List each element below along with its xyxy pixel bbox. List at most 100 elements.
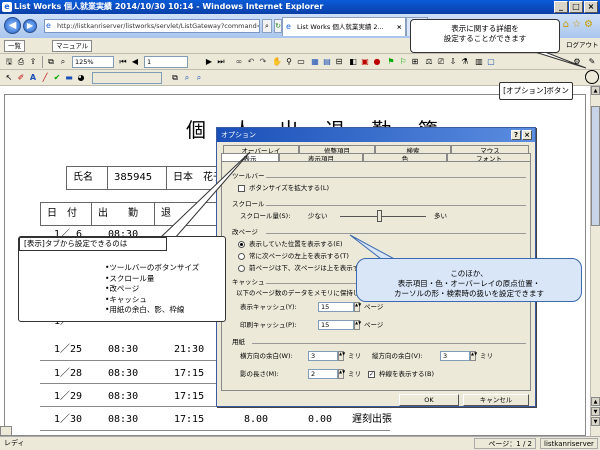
select-icon[interactable]: ▭ <box>296 57 306 67</box>
filter-icon[interactable]: ⚗ <box>460 57 470 67</box>
page-number-input[interactable]: 1 <box>144 56 188 68</box>
zoom-icon[interactable]: ⚲ <box>284 57 294 67</box>
note-icon[interactable]: ⧉ <box>170 73 180 83</box>
save-icon[interactable]: 🖫 <box>4 57 14 67</box>
radio-top-left[interactable] <box>238 253 245 260</box>
print-cache-spin[interactable]: ▲▼ <box>354 320 361 330</box>
link-icon[interactable]: ∞ <box>234 57 244 67</box>
tab-favicon-icon: e <box>286 22 291 31</box>
scroll-slider-track[interactable] <box>340 216 426 217</box>
line-icon[interactable]: ╱ <box>40 73 50 83</box>
undo-icon[interactable]: ↶ <box>246 57 256 67</box>
print-cache-input[interactable]: 15 <box>318 320 354 330</box>
tab-close-icon[interactable]: × <box>397 18 402 36</box>
refresh-icon[interactable]: ↻ <box>274 19 282 33</box>
color-icon[interactable]: ◕ <box>76 73 86 83</box>
maximize-button[interactable]: □ <box>569 1 583 13</box>
radio-prev-bottom[interactable] <box>238 265 245 272</box>
display-cache-spin[interactable]: ▲▼ <box>354 302 361 312</box>
print-icon[interactable]: ⎙ <box>16 57 26 67</box>
grid-icon[interactable]: ▤ <box>322 57 332 67</box>
print-preview-icon[interactable]: ⎚ <box>436 57 446 67</box>
back-icon[interactable]: ◀ <box>4 17 21 34</box>
url-input[interactable]: e http://listkanriserver/listworks/servl… <box>44 19 260 33</box>
redo-icon[interactable]: ↷ <box>258 57 268 67</box>
favorites-icons[interactable]: ⌂☆⚙ <box>563 19 596 30</box>
lookup-icon[interactable]: ⌕ <box>194 73 204 83</box>
bookmark-icon[interactable]: ⚐ <box>398 57 408 67</box>
list-item: •キャッシュ <box>105 294 147 304</box>
export-icon[interactable]: ⇪ <box>28 57 38 67</box>
window-icon[interactable]: ▢ <box>486 57 496 67</box>
option-button-highlight <box>585 70 599 84</box>
scroll-page-up-icon[interactable]: ▲ <box>591 397 600 406</box>
settings-icon[interactable]: ⚙ <box>572 57 582 67</box>
layout-icon[interactable]: ▦ <box>310 57 320 67</box>
logout-link[interactable]: ログアウト <box>566 40 599 52</box>
scroll-up-icon[interactable]: ▲ <box>591 86 600 95</box>
scroll-thumb[interactable] <box>591 106 600 226</box>
hand-icon[interactable]: ✋ <box>272 57 282 67</box>
status-bar: レディ ページ：1 / 2 listkanriserver <box>0 436 600 450</box>
first-page-icon[interactable]: ⏮ <box>118 57 128 67</box>
frame-checkbox[interactable]: ✓ <box>368 371 375 378</box>
table-icon[interactable]: ▥ <box>474 57 484 67</box>
zoom-select[interactable]: 125% <box>72 56 114 68</box>
vertical-scrollbar[interactable]: ▲ ▲ ▼ ▼ <box>590 86 600 436</box>
status-text: レディ <box>4 439 25 447</box>
employee-number: 385945 <box>107 166 167 190</box>
help-button[interactable]: ? <box>511 130 521 140</box>
ok-button[interactable]: OK <box>399 394 459 406</box>
copy-icon[interactable]: ⧉ <box>46 57 56 67</box>
download-icon[interactable]: ⇩ <box>448 57 458 67</box>
split-icon[interactable]: ⊞ <box>410 57 420 67</box>
compare-icon[interactable]: ⚖ <box>424 57 434 67</box>
cancel-button[interactable]: キャンセル <box>463 394 529 406</box>
highlight-icon[interactable]: ▬ <box>64 73 74 83</box>
shadow-label: 影の長さ(M): <box>240 370 279 378</box>
big-button-checkbox[interactable] <box>238 185 245 192</box>
display-settings-callout: 表示に関する詳細を 設定することができます <box>410 19 560 53</box>
margin-h-spin[interactable]: ▲▼ <box>338 351 345 361</box>
prev-page-icon[interactable]: ◀ <box>130 57 140 67</box>
margin-v-input[interactable]: 3 <box>440 351 470 361</box>
margin-h-input[interactable]: 3 <box>308 351 338 361</box>
scroll-page-icon[interactable]: ▼ <box>591 407 600 416</box>
close-button[interactable]: × <box>584 1 598 13</box>
scroll-slider-thumb[interactable] <box>377 210 382 222</box>
ruler-icon[interactable]: ⊟ <box>334 57 344 67</box>
pointer-icon[interactable]: ↖ <box>4 73 14 83</box>
display-cache-input[interactable]: 15 <box>318 302 354 312</box>
forward-icon[interactable]: ▶ <box>23 19 37 33</box>
next-page-icon[interactable]: ▶ <box>204 57 214 67</box>
find-icon[interactable]: ⌕ <box>58 57 68 67</box>
horizontal-scroll-left[interactable] <box>0 426 12 436</box>
margin-v-spin[interactable]: ▲▼ <box>470 351 477 361</box>
search-doc-icon[interactable]: ⌕ <box>182 73 192 83</box>
group-paper-label: 用紙 <box>232 338 245 346</box>
scroll-down-icon[interactable]: ▼ <box>591 417 600 426</box>
pen-icon[interactable]: ✐ <box>16 73 26 83</box>
list-button[interactable]: 一覧 <box>4 40 25 52</box>
display-cache-unit: ページ <box>364 303 384 311</box>
radio-keep-position[interactable] <box>238 241 245 248</box>
check-icon[interactable]: ✔ <box>52 73 62 83</box>
manual-button[interactable]: マニュアル <box>52 40 93 52</box>
shadow-spin[interactable]: ▲▼ <box>338 369 345 379</box>
search-dropdown-icon[interactable]: ⌕ <box>262 19 272 33</box>
browser-tab[interactable]: e List Works 個人就業実績 2... × <box>282 17 406 36</box>
shadow-input[interactable]: 2 <box>308 369 338 379</box>
dialog-title: オプション <box>221 131 256 139</box>
mark-icon[interactable]: ▣ <box>360 57 370 67</box>
overlay-icon[interactable]: ◧ <box>348 57 358 67</box>
dialog-close-button[interactable]: × <box>522 130 532 140</box>
annotation-select[interactable] <box>92 72 162 84</box>
minimize-button[interactable]: _ <box>554 1 568 13</box>
option-button-icon[interactable]: ✎ <box>587 57 597 67</box>
stamp-icon[interactable]: ● <box>372 57 382 67</box>
callout-list: •ツールバーのボタンサイズ •スクロール量 •改ページ •キャッシュ •用紙の余… <box>105 263 199 316</box>
last-page-icon[interactable]: ⏭ <box>216 57 226 67</box>
name-label: 氏名 <box>66 166 108 190</box>
text-icon[interactable]: A <box>28 73 38 83</box>
tag-icon[interactable]: ⚑ <box>386 57 396 67</box>
